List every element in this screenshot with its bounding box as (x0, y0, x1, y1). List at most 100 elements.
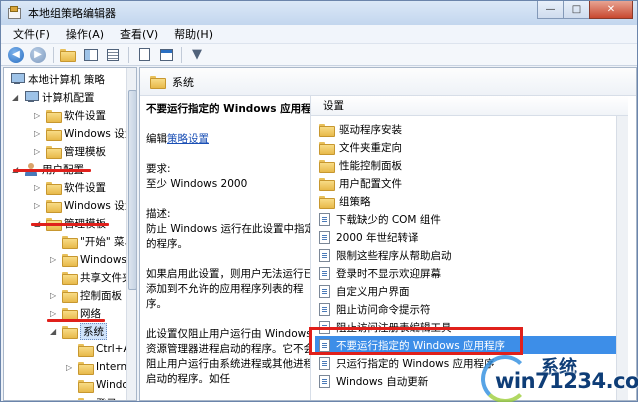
list-item-folder[interactable]: 性能控制面板 (319, 156, 402, 174)
folder-icon (78, 343, 94, 357)
expand-arrow-icon: ▷ (34, 200, 41, 210)
toolbar-separator (128, 46, 129, 63)
description-label: 描述: (146, 208, 171, 220)
edit-policy-link[interactable]: 策略设置 (167, 133, 209, 145)
list-item-setting[interactable]: 只运行指定的 Windows 应用程序 (319, 354, 495, 372)
policy-setting-icon (319, 248, 330, 262)
list-item-setting[interactable]: 自定义用户界面 (319, 282, 410, 300)
tree-cc-software[interactable]: ▷ 软件设置 (34, 106, 106, 124)
tree-label: 管理模板 (64, 145, 106, 158)
tree-label: 共享文件夹 (80, 271, 133, 284)
tree-cc-admin[interactable]: ▷ 管理模板 (34, 142, 106, 160)
back-button[interactable]: ◀ (7, 46, 25, 64)
list-item-setting[interactable]: 阻止访问命令提示符 (319, 300, 431, 318)
list-item-label: 驱动程序安装 (339, 123, 402, 136)
list-item-label: 用户配置文件 (339, 177, 402, 190)
list-item-folder[interactable]: 文件夹重定向 (319, 138, 402, 156)
folder-icon (62, 271, 78, 285)
description-text: 防止 Windows 运行在此设置中指定的程序。 (146, 223, 316, 250)
list-view-button[interactable] (104, 46, 122, 64)
tree-root[interactable]: 本地计算机 策略 (10, 70, 105, 88)
minimize-button[interactable]: — (537, 1, 564, 19)
requirements-value: 至少 Windows 2000 (146, 178, 248, 190)
tree-uc-software[interactable]: ▷ 软件设置 (34, 178, 106, 196)
menu-help[interactable]: 帮助(H) (166, 26, 221, 42)
tree-cc-windows[interactable]: ▷ Windows 设置 (34, 124, 135, 142)
list-item-setting[interactable]: 下载缺少的 COM 组件 (319, 210, 441, 228)
folder-icon (62, 307, 78, 321)
list-item-setting[interactable]: 登录时不显示欢迎屏幕 (319, 264, 441, 282)
tree-uc-windows[interactable]: ▷ Windows 设置 (34, 196, 135, 214)
folder-icon (46, 181, 62, 195)
expand-arrow-icon: ▷ (50, 290, 57, 300)
filter-icon: ▼ (192, 47, 202, 62)
details-header: 系统 (140, 68, 636, 96)
title-bar: 本地组策略编辑器 — □ ✕ (1, 1, 637, 25)
show-hide-tree-button[interactable] (82, 46, 100, 64)
annotation-box-selected-setting (309, 327, 523, 355)
folder-icon (78, 397, 94, 400)
policy-setting-icon (319, 302, 330, 316)
tree-label: 本地计算机 策略 (28, 73, 105, 86)
menu-action[interactable]: 操作(A) (58, 26, 112, 42)
tree-control-panel[interactable]: ▷ 控制面板 (50, 286, 122, 304)
export-list-button[interactable] (135, 46, 153, 64)
folder-icon (46, 109, 62, 123)
tree-start-menu[interactable]: "开始" 菜单 (50, 232, 135, 250)
list-item-folder[interactable]: 用户配置文件 (319, 174, 402, 192)
tree-label: 软件设置 (64, 109, 106, 122)
watermark-text: win71234.com (495, 369, 638, 393)
computer-icon (24, 91, 39, 103)
scrollbar-thumb[interactable] (128, 90, 136, 290)
list-item-folder[interactable]: 组策略 (319, 192, 371, 210)
folder-icon (46, 127, 62, 141)
close-button[interactable]: ✕ (589, 1, 633, 19)
tree-shared-folders[interactable]: 共享文件夹 (50, 268, 133, 286)
expand-arrow-icon: ▷ (66, 362, 73, 372)
folder-icon (78, 361, 94, 375)
folder-icon (62, 253, 78, 267)
expand-arrow-icon: ▷ (50, 308, 57, 318)
list-item-label: 登录时不显示欢迎屏幕 (336, 267, 441, 280)
back-arrow-icon: ◀ (8, 46, 24, 63)
tree-label: 软件设置 (64, 181, 106, 194)
list-item-label: 阻止访问命令提示符 (336, 303, 431, 316)
menu-view[interactable]: 查看(V) (112, 26, 166, 42)
filter-button[interactable]: ▼ (188, 46, 206, 64)
list-item-setting[interactable]: 2000 年世纪转译 (319, 228, 419, 246)
expand-arrow-icon: ▷ (34, 128, 41, 138)
tree-windows-components[interactable]: ▷ Windows 组件 (50, 250, 136, 268)
requirements-label: 要求: (146, 163, 171, 175)
tree-scrollbar[interactable] (126, 68, 136, 400)
expand-arrow-icon: ▷ (34, 146, 41, 156)
annotation-underline-system (47, 319, 105, 322)
folder-icon (319, 195, 335, 209)
tree-computer-config[interactable]: ◢ 计算机配置 (12, 88, 95, 106)
maximize-button[interactable]: □ (563, 1, 590, 19)
gpedit-window: 本地组策略编辑器 — □ ✕ 文件(F) 操作(A) 查看(V) 帮助(H) ◀… (0, 0, 638, 402)
tree-logon[interactable]: 登录 (66, 394, 117, 401)
tree-system[interactable]: ◢ 系统 (50, 322, 107, 340)
computer-policy-icon (10, 73, 25, 85)
forward-arrow-icon: ▶ (30, 46, 46, 63)
forward-button[interactable]: ▶ (29, 46, 47, 64)
list-item-label: 下载缺少的 COM 组件 (336, 213, 441, 226)
edit-line: 编辑策略设置 (146, 132, 316, 147)
toolbar: ◀ ▶ ▼ (1, 44, 637, 66)
tree-label: 登录 (96, 396, 117, 401)
menu-file[interactable]: 文件(F) (5, 26, 58, 42)
list-icon (107, 48, 119, 61)
folder-icon (46, 145, 62, 159)
list-item-folder[interactable]: 驱动程序安装 (319, 120, 402, 138)
list-item-setting[interactable]: Windows 自动更新 (319, 372, 428, 390)
folder-icon (319, 123, 335, 137)
policy-setting-icon (319, 230, 330, 244)
up-folder-button[interactable] (60, 46, 78, 64)
help-button[interactable] (157, 46, 175, 64)
window-title: 本地组策略编辑器 (28, 7, 116, 20)
settings-column-header[interactable]: 设置 (311, 96, 628, 116)
list-item-setting[interactable]: 限制这些程序从帮助启动 (319, 246, 452, 264)
console-tree-icon (84, 48, 98, 61)
folder-icon (62, 325, 78, 339)
tree-label: Windows 设置 (64, 199, 136, 212)
